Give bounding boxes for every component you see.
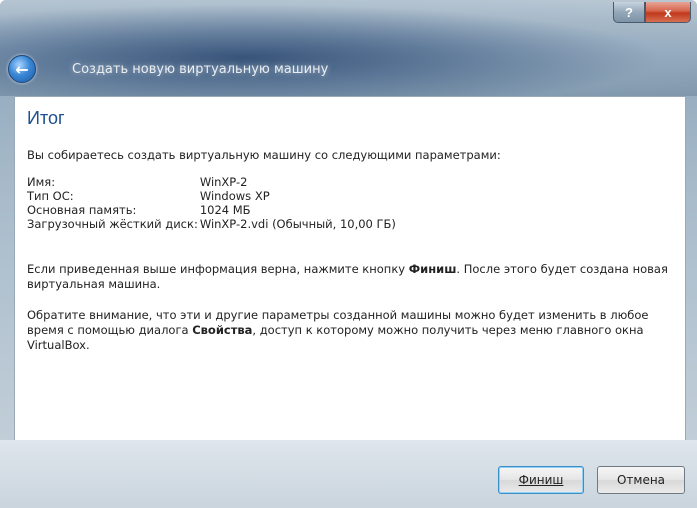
finish-instruction-bold: Финиш	[408, 262, 457, 276]
properties-note: Обратите внимание, что эти и другие пара…	[27, 308, 672, 353]
close-button[interactable]: x	[645, 2, 691, 23]
finish-button-label: Финиш	[518, 473, 564, 487]
finish-button[interactable]: Финиш	[498, 466, 584, 494]
finish-instruction-text-before: Если приведенная выше информация верна, …	[27, 262, 409, 276]
param-value: WinXP-2.vdi (Обычный, 10,00 ГБ)	[199, 217, 396, 231]
wizard-nav: ← Создать новую виртуальную машину	[8, 54, 328, 84]
finish-instruction: Если приведенная выше информация верна, …	[27, 262, 672, 292]
dialog-window: ? x ← Создать новую виртуальную машину И…	[0, 0, 697, 508]
properties-note-bold: Свойства	[192, 323, 253, 337]
param-label: Основная память:	[27, 203, 137, 217]
param-row-os-type: Тип ОС: Windows XP	[27, 189, 396, 203]
param-label: Загрузочный жёсткий диск:	[27, 217, 198, 231]
close-icon: x	[664, 4, 672, 20]
help-icon: ?	[625, 4, 633, 20]
param-label: Тип ОС:	[27, 189, 74, 203]
back-arrow-icon: ←	[15, 59, 29, 79]
button-bar	[0, 440, 697, 508]
window-title: Создать новую виртуальную машину	[72, 61, 329, 77]
param-row-name: Имя: WinXP-2	[27, 175, 396, 189]
cancel-button-label: Отмена	[616, 473, 666, 487]
window-controls: ? x	[613, 2, 691, 24]
param-value: 1024 МБ	[199, 203, 251, 217]
param-row-boot-disk: Загрузочный жёсткий диск: WinXP-2.vdi (О…	[27, 217, 396, 231]
page-title: Итог	[27, 108, 65, 128]
param-row-memory: Основная память: 1024 МБ	[27, 203, 396, 217]
summary-intro: Вы собираетесь создать виртуальную машин…	[27, 148, 501, 162]
parameters-table: Имя: WinXP-2 Тип ОС: Windows XP Основная…	[27, 175, 396, 231]
help-button[interactable]: ?	[613, 2, 645, 23]
back-button[interactable]: ←	[8, 55, 36, 83]
param-value: Windows XP	[199, 189, 270, 203]
param-label: Имя:	[27, 175, 56, 189]
param-value: WinXP-2	[199, 175, 248, 189]
cancel-button[interactable]: Отмена	[597, 466, 685, 494]
